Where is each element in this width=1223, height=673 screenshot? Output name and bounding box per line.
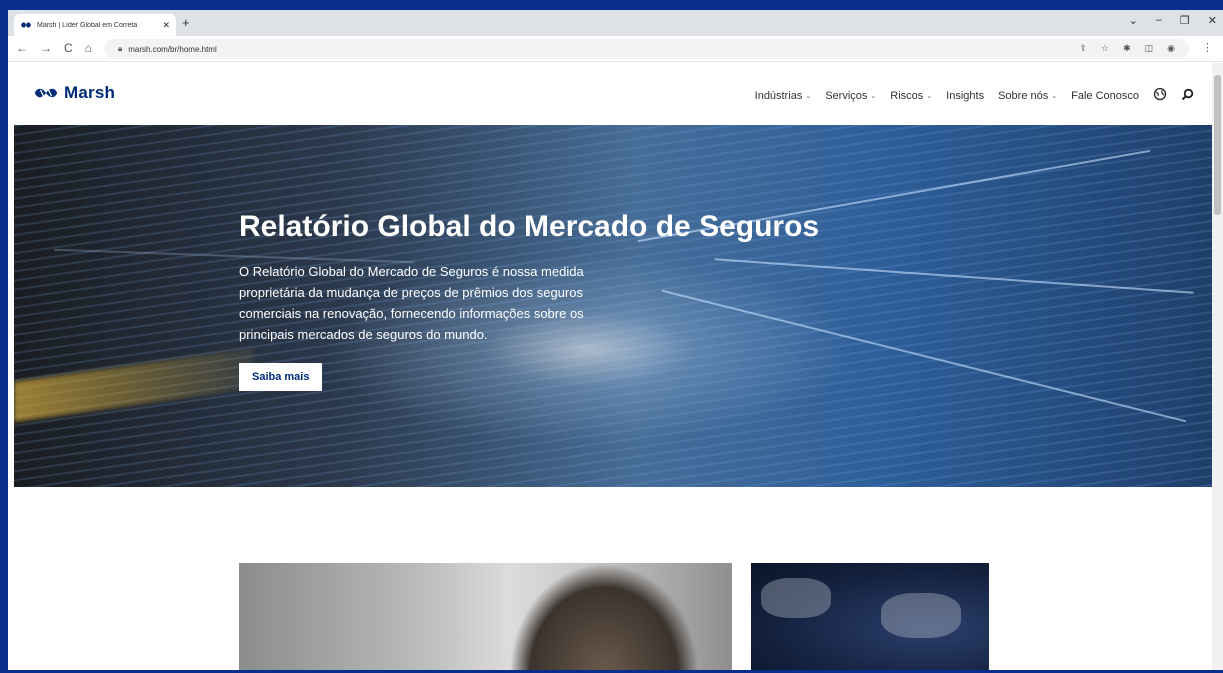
profile-icon[interactable]: ◉ (1167, 43, 1175, 54)
marsh-logo-icon (34, 88, 58, 98)
hero-description: O Relatório Global do Mercado de Seguros… (239, 264, 584, 342)
globe-icon[interactable] (1153, 87, 1167, 104)
page-scrollbar[interactable] (1212, 63, 1223, 670)
map-landmass (881, 593, 961, 638)
browser-tab[interactable]: Marsh | Líder Global em Correta ✕ (14, 14, 176, 36)
nav-item-sobre-nos[interactable]: Sobre nós ⌄ (998, 90, 1057, 102)
main-nav: Indústrias ⌄ Serviços ⌄ Riscos ⌄ Insight… (755, 87, 1194, 104)
bookmark-star-icon[interactable]: ☆ (1101, 43, 1109, 54)
saiba-mais-button[interactable]: Saiba mais (239, 363, 323, 391)
marsh-logo[interactable]: Marsh (34, 83, 115, 103)
scrollbar-thumb[interactable] (1214, 75, 1221, 215)
browser-menu-icon[interactable]: ⋮ (1202, 41, 1213, 54)
site-header: Marsh Indústrias ⌄ Serviços ⌄ Riscos ⌄ I… (14, 63, 1212, 125)
lock-icon[interactable]: 🔒︎ (118, 44, 122, 54)
nav-item-label: Riscos (890, 89, 924, 102)
window-controls: ⌄ – ❐ ✕ (1129, 14, 1217, 27)
share-icon[interactable]: ⇪ (1079, 43, 1087, 54)
forward-icon[interactable]: → (40, 41, 52, 55)
hero-content: Relatório Global do Mercado de Seguros O… (239, 210, 859, 391)
browser-toolbar: ← → C ⌂ 🔒︎ marsh.com/br/home.html ⇪ ☆ ✱ … (8, 36, 1223, 62)
nav-item-riscos[interactable]: Riscos ⌄ (890, 90, 932, 102)
back-icon[interactable]: ← (16, 41, 28, 55)
nav-item-fale-conosco[interactable]: Fale Conosco (1071, 90, 1139, 102)
side-panel-icon[interactable]: ◫ (1145, 43, 1154, 54)
tab-title: Marsh | Líder Global em Correta (37, 21, 138, 29)
minimize-button[interactable]: – (1156, 14, 1162, 27)
nav-item-label: Fale Conosco (1071, 89, 1139, 102)
extensions-icon[interactable]: ✱ (1123, 43, 1131, 54)
logo-text: Marsh (64, 83, 116, 102)
feature-card-image-person[interactable] (239, 563, 732, 670)
chevron-down-icon: ⌄ (1051, 92, 1058, 100)
new-tab-button[interactable]: + (182, 15, 190, 30)
address-bar[interactable]: 🔒︎ marsh.com/br/home.html (104, 39, 1189, 59)
hero-light-trail (14, 348, 254, 422)
nav-item-servicos[interactable]: Serviços ⌄ (825, 90, 876, 102)
nav-item-label: Insights (946, 89, 985, 102)
hero-banner: Relatório Global do Mercado de Seguros O… (14, 125, 1212, 487)
chevron-down-icon: ⌄ (926, 92, 933, 100)
nav-buttons: ← → C ⌂ (16, 41, 92, 55)
web-page: Marsh Indústrias ⌄ Serviços ⌄ Riscos ⌄ I… (14, 63, 1212, 670)
restore-button[interactable]: ❐ (1180, 14, 1190, 27)
nav-item-label: Serviços (825, 89, 868, 102)
close-window-button[interactable]: ✕ (1208, 14, 1217, 27)
chevron-down-icon: ⌄ (870, 92, 877, 100)
address-url[interactable]: marsh.com/br/home.html (128, 45, 216, 54)
feature-card-image-world-map[interactable] (751, 563, 989, 670)
reload-icon[interactable]: C (64, 41, 73, 55)
home-icon[interactable]: ⌂ (85, 41, 92, 55)
tab-close-icon[interactable]: ✕ (162, 20, 170, 31)
search-icon[interactable] (1181, 88, 1194, 104)
nav-item-label: Sobre nós (998, 89, 1049, 102)
person-image (509, 563, 699, 670)
nav-item-label: Indústrias (754, 89, 803, 102)
tab-search-icon[interactable]: ⌄ (1129, 14, 1138, 27)
hero-title: Relatório Global do Mercado de Seguros (239, 210, 820, 243)
address-bar-actions: ⇪ ☆ ✱ ◫ ◉ (1079, 43, 1175, 54)
tab-strip: Marsh | Líder Global em Correta ✕ + ⌄ – … (8, 10, 1223, 36)
marsh-favicon-icon (21, 22, 31, 28)
nav-item-insights[interactable]: Insights (946, 90, 984, 102)
nav-item-industrias[interactable]: Indústrias ⌄ (755, 90, 812, 102)
chevron-down-icon: ⌄ (805, 92, 812, 100)
map-landmass (761, 578, 831, 618)
